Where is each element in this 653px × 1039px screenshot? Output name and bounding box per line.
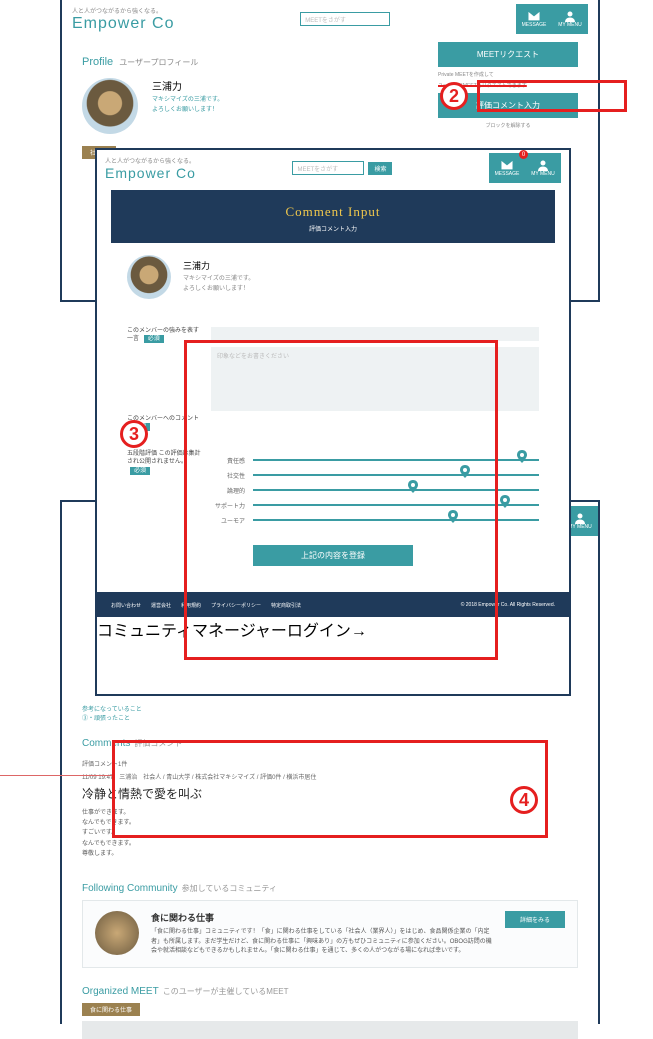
search-input[interactable]: MEETをさがす <box>300 12 390 26</box>
nav-icons: MESSAGE MY MENU <box>516 4 588 34</box>
avatar <box>82 78 138 134</box>
brand-tagline: 人と人がつながるから強くなる。 <box>72 6 174 15</box>
community-thumb <box>95 911 139 955</box>
comments-count: 評価コメント1件 <box>82 759 578 768</box>
callout-2: 2 <box>440 82 468 110</box>
slider-ユーモア[interactable]: ユーモア <box>211 516 539 525</box>
top-nav: 人と人がつながるから強くなる。 Empower Co MEETをさがす MESS… <box>62 0 598 38</box>
slider-track[interactable] <box>253 519 539 521</box>
slider-pin-icon[interactable] <box>448 510 458 523</box>
brand-block: 人と人がつながるから強くなる。 Empower Co <box>72 6 174 33</box>
following-heading: Following Community参加しているコミュニティ <box>62 883 598 894</box>
community-card[interactable]: 食に関わる仕事 「食に関わる仕事」コミュニティです！「食」に関わる仕事をしている… <box>82 900 578 968</box>
slider-論理的[interactable]: 論理的 <box>211 486 539 495</box>
community-more-button[interactable]: 詳細をみる <box>505 911 565 928</box>
tiny-links: 参考になっていること ③・頑張ったこと <box>62 706 598 724</box>
avatar <box>127 255 171 299</box>
brand-name[interactable]: Empower Co <box>72 15 174 33</box>
row-comment-label: このメンバーへのコメント 必須 <box>127 415 539 432</box>
badge-count: 0 <box>519 150 528 159</box>
message-icon[interactable]: MESSAGE 0 <box>489 153 525 183</box>
footer-copy: © 2018 Empower Co. All Rights Reserved. <box>461 602 555 609</box>
comments-heading: Comments評価コメント <box>62 738 598 749</box>
strength-input[interactable] <box>211 327 539 341</box>
comment-meta: 11/09 19:47 三浦治 社会人 / 青山大学 / 株式会社マキシマイズ … <box>82 772 578 781</box>
org-tag: 食に関わる仕事 <box>82 1003 140 1016</box>
hero-subtitle: 評価コメント入力 <box>111 224 555 233</box>
message-icon[interactable]: MESSAGE <box>516 4 552 34</box>
slider-track[interactable] <box>253 504 539 506</box>
slider-社交性[interactable]: 社交性 <box>211 471 539 480</box>
slider-サポート力[interactable]: サポート力 <box>211 501 539 510</box>
mymenu-icon[interactable]: MY MENU <box>552 4 588 34</box>
footer-links: お問い合わせ 運営会社 利用規約 プライバシーポリシー 特定商取引法 <box>111 602 301 609</box>
search-input[interactable]: MEETをさがす <box>292 161 364 175</box>
community-desc: 「食に関わる仕事」コミュニティです！「食」に関わる仕事をしている「社会人（業界人… <box>151 928 493 957</box>
manager-login-link[interactable]: コミュニティマネージャーログイン→ <box>97 623 367 640</box>
user-name: 三浦力 <box>152 78 223 93</box>
comment-title: 冷静と情熱で愛を叫ぶ <box>82 785 578 802</box>
organized-heading: Organized MEETこのユーザーが主催しているMEET <box>62 986 598 997</box>
block-note[interactable]: ブロックを解除する <box>438 122 578 129</box>
row-strength: このメンバーの強みを表す一言 必須 印象などをお書きください <box>127 327 539 411</box>
meet-request-button[interactable]: MEETリクエスト <box>438 42 578 67</box>
comment-body: 仕事ができます。 なんでもできます。 すごいです。 なんでもできます。 尊敬しま… <box>82 808 578 859</box>
mini-profile-panel: 三浦力 マキシマイズの三浦です。 よろしくお願いします！ <box>111 243 555 311</box>
brand-name[interactable]: Empower Co <box>105 165 196 181</box>
connector-line <box>0 775 112 776</box>
slider-track[interactable] <box>253 459 539 461</box>
screenshot-comment-input: 人と人がつながるから強くなる。 Empower Co MEETをさがす 検索 M… <box>95 148 571 696</box>
submit-button[interactable]: 上記の内容を登録 <box>253 545 413 566</box>
community-name: 食に関わる仕事 <box>151 911 493 924</box>
slider-pin-icon[interactable] <box>460 465 470 478</box>
form-panel: このメンバーの強みを表す一言 必須 印象などをお書きください このメンバーへのコ… <box>111 311 555 586</box>
search-button[interactable]: 検索 <box>368 162 392 175</box>
top-nav: 人と人がつながるから強くなる。 Empower Co MEETをさがす 検索 M… <box>97 150 569 186</box>
slider-pin-icon[interactable] <box>408 480 418 493</box>
meet-placeholder <box>82 1021 578 1039</box>
mymenu-icon[interactable]: MY MENU <box>525 153 561 183</box>
callout-4: 4 <box>510 786 538 814</box>
required-badge: 必須 <box>144 335 164 343</box>
hero-title: Comment Input <box>111 204 555 220</box>
footer: お問い合わせ 運営会社 利用規約 プライバシーポリシー 特定商取引法 © 201… <box>97 592 569 617</box>
row-rating: 五段階評価 この評価は集計され公開されません。 必須 責任感社交性論理的サポート… <box>127 450 539 531</box>
slider-pin-icon[interactable] <box>517 450 527 463</box>
slider-責任感[interactable]: 責任感 <box>211 456 539 465</box>
hero-banner: Comment Input 評価コメント入力 <box>111 190 555 243</box>
private-note: Private MEETを作成して <box>438 71 578 78</box>
slider-track[interactable] <box>253 474 539 476</box>
slider-track[interactable] <box>253 489 539 491</box>
comment-textarea[interactable]: 印象などをお書きください <box>211 347 539 411</box>
slider-pin-icon[interactable] <box>500 495 510 508</box>
callout-3: 3 <box>120 420 148 448</box>
